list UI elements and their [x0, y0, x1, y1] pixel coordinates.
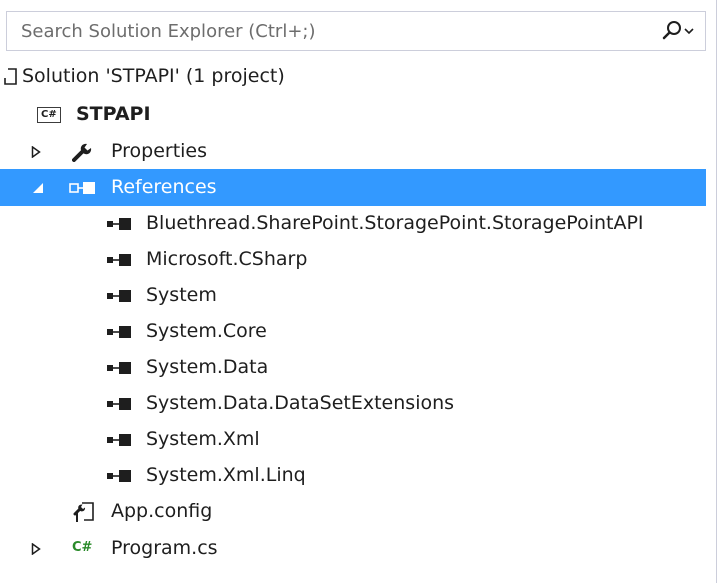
reference-item[interactable]: Bluethread.SharePoint.StoragePoint.Stora… [0, 205, 706, 242]
reference-item[interactable]: System.Data [0, 349, 706, 386]
csharp-file-icon: C# [72, 540, 92, 555]
assembly-reference-icon [106, 289, 136, 303]
solution-icon [2, 68, 20, 86]
assembly-reference-icon [106, 361, 136, 375]
reference-item[interactable]: System.Core [0, 313, 706, 350]
tree-item-label: System.Data [146, 356, 269, 378]
reference-item[interactable]: System.Xml.Linq [0, 457, 706, 494]
tree-item-properties[interactable]: Properties [0, 133, 706, 170]
assembly-reference-icon [106, 433, 136, 447]
tree-item-label: System.Core [146, 320, 267, 342]
assembly-reference-icon [106, 397, 136, 411]
search-icon [662, 21, 694, 40]
reference-item[interactable]: Microsoft.CSharp [0, 241, 706, 278]
reference-item[interactable]: System.Data.DataSetExtensions [0, 385, 706, 422]
assembly-reference-icon [106, 325, 136, 339]
search-box [6, 11, 706, 51]
tree-item-label: References [111, 176, 217, 198]
solution-explorer: Solution 'STPAPI' (1 project) C# STPAPI … [0, 0, 717, 583]
tree-item-label: Properties [111, 140, 208, 162]
tree-item-label: App.config [111, 500, 213, 522]
expand-arrow-icon[interactable] [28, 541, 44, 557]
assembly-reference-icon [106, 469, 136, 483]
tree-item-label: System [146, 284, 217, 306]
csharp-project-icon: C# [37, 107, 61, 123]
tree-item-label: Program.cs [111, 537, 218, 559]
project-badge: C# [37, 107, 61, 123]
search-button[interactable] [657, 19, 697, 43]
tree-item-label: STPAPI [76, 103, 151, 125]
tree-item-label: System.Xml [146, 428, 260, 450]
tree-item-app-config[interactable]: App.config [0, 493, 706, 530]
references-icon [68, 181, 98, 195]
config-file-icon [72, 501, 96, 523]
csharp-file-badge: C# [72, 540, 93, 555]
tree-item-label: Bluethread.SharePoint.StoragePoint.Stora… [146, 212, 644, 234]
assembly-reference-icon [106, 217, 136, 231]
search-input[interactable] [7, 12, 641, 50]
tree-item-solution[interactable]: Solution 'STPAPI' (1 project) [0, 58, 706, 95]
tree-item-label: Microsoft.CSharp [146, 248, 308, 270]
tree-item-program-cs[interactable]: C# Program.cs [0, 530, 706, 567]
wrench-icon [72, 142, 94, 162]
tree-item-references[interactable]: References [0, 169, 706, 206]
collapse-arrow-icon[interactable] [30, 180, 46, 196]
assembly-reference-icon [106, 253, 136, 267]
reference-item[interactable]: System [0, 277, 706, 314]
tree-item-label: System.Data.DataSetExtensions [146, 392, 455, 414]
expand-arrow-icon[interactable] [28, 144, 44, 160]
reference-item[interactable]: System.Xml [0, 421, 706, 458]
tree-item-label: Solution 'STPAPI' (1 project) [22, 65, 285, 87]
tree-item-project[interactable]: C# STPAPI [0, 96, 706, 133]
tree-item-label: System.Xml.Linq [146, 464, 306, 486]
